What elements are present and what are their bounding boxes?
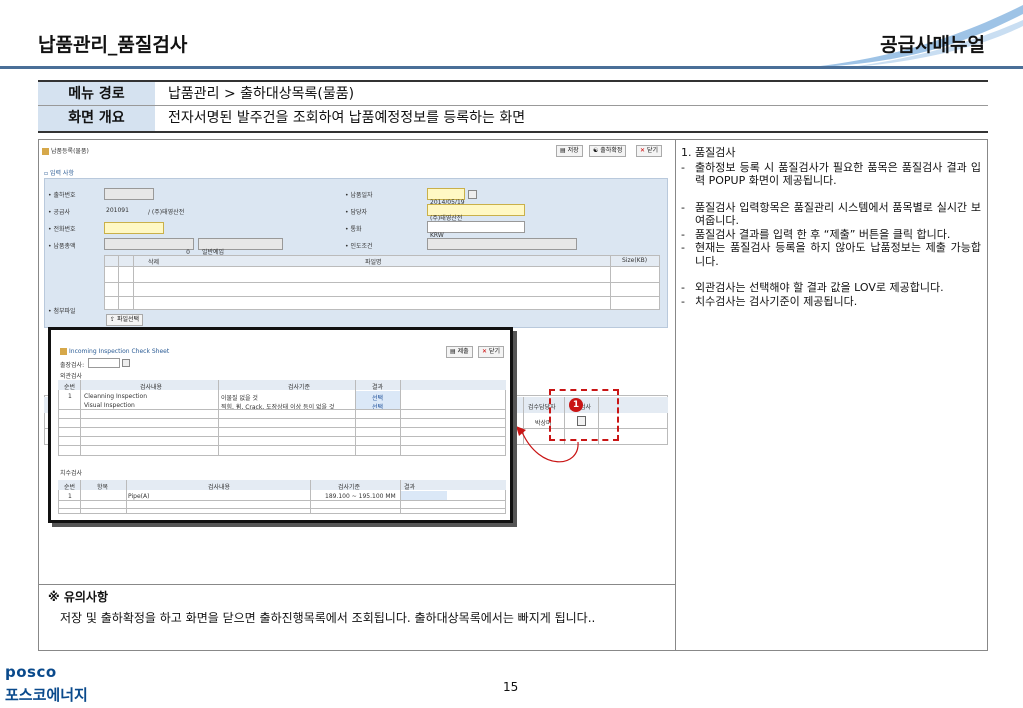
total-label: • 납품총액 (48, 243, 76, 250)
phone-field[interactable] (104, 222, 164, 234)
attach-label: • 첨부파일 (48, 308, 76, 315)
v-col-no: 순번 (64, 384, 76, 391)
calendar-icon[interactable] (468, 190, 477, 199)
total-type-field: 일반예입 (198, 238, 283, 256)
delivery-date-label: • 납품일자 (345, 192, 373, 199)
caution-divider (38, 584, 676, 585)
manager-label: • 담당자 (345, 209, 368, 216)
overview-value: 전자서명된 발주건을 조회하여 납품예정정보를 등록하는 화면 (168, 110, 526, 126)
callout-arrow (516, 426, 579, 463)
delivery-date-field[interactable]: 2014/05/19 (427, 188, 465, 206)
folder-icon (42, 148, 49, 155)
d-col-std: 검사기준 (338, 484, 361, 491)
terms-field[interactable] (427, 238, 577, 250)
posco-energy-logo: 포스코에너지 (5, 686, 88, 704)
v-col-result: 결과 (372, 384, 384, 391)
dimension-result-input[interactable] (401, 491, 447, 500)
total-amount-field: 0 (104, 238, 194, 256)
ship-no-field[interactable] (104, 188, 154, 200)
close-button[interactable]: ✕ 닫기 (636, 145, 662, 157)
popup-ship-label: 출장검사: (60, 362, 85, 369)
calendar-icon[interactable] (122, 359, 130, 367)
page-number: 15 (503, 680, 519, 694)
phone-label: • 전화번호 (48, 226, 76, 233)
d-row1-no: 1 (68, 493, 72, 500)
panel-divider (675, 139, 676, 651)
overview-label: 화면 개요 (38, 106, 155, 131)
note-item: 외관검사는 선택해야 할 결과 값을 LOV로 제공합니다. (681, 281, 981, 295)
caution-title: ※ 유의사항 (48, 590, 109, 604)
confirm-shipment-button[interactable]: ☯ 출하확정 (589, 145, 627, 157)
notes-heading: 1. 품질검사 (681, 146, 736, 159)
posco-logo: posco (5, 663, 57, 681)
popup-submit-button[interactable]: ▤ 제출 (446, 346, 473, 358)
caution-text: 저장 및 출하확정을 하고 화면을 닫으면 출하진행목록에서 조회됩니다. 출하… (60, 611, 596, 625)
popup-section-visual: 외관검사 (60, 373, 83, 380)
manager-field[interactable]: (주)태영산전 (427, 204, 525, 222)
page-title: 납품관리_품질검사 (38, 34, 188, 56)
d-col-item: 항목 (97, 484, 109, 491)
menu-path-label: 메뉴 경로 (38, 82, 155, 105)
currency-field[interactable]: KRW (427, 221, 525, 239)
v-col-std: 검사기준 (288, 384, 311, 391)
d-col-result: 결과 (404, 484, 416, 491)
note-item: 출하정보 등록 시 품질검사가 필요한 품목은 품질검사 결과 입력 POPUP… (681, 161, 981, 188)
supplier-code: 201091 (106, 207, 129, 214)
v-row1-std: 이물질 없을 것 (221, 395, 258, 402)
file-col-size: Size(KB) (622, 257, 648, 264)
close-icon: ✕ (482, 348, 488, 355)
ship-no-label: • 출하번호 (48, 192, 76, 199)
popup-title: Incoming Inspection Check Sheet (60, 348, 169, 355)
file-select-button[interactable]: ⇪ 파일선택 (106, 314, 144, 326)
overview-row: 화면 개요 전자서명된 발주건을 조회하여 납품예정정보를 등록하는 화면 (38, 106, 988, 133)
manual-brand: 공급사매뉴얼 (880, 34, 985, 56)
v-row2-content: Visual Inspection (84, 402, 135, 409)
input-section-title: ▫ 입력 사항 (44, 170, 74, 177)
currency-label: • 통화 (345, 226, 362, 233)
v-row1-no: 1 (68, 393, 72, 400)
header-rule (0, 66, 1023, 69)
note-item: 치수검사는 검사기준이 제공됩니다. (681, 295, 981, 309)
file-col-name: 파일명 (365, 259, 382, 266)
supplier-name: / (주)태영산전 (148, 209, 185, 216)
v-row1-result[interactable]: 선택 (372, 393, 383, 402)
v-row1-content: Cleanning Inspection (84, 393, 148, 400)
folder-icon (60, 348, 67, 355)
v-col-content: 검사내용 (140, 384, 163, 391)
note-item: 품질검사 결과를 입력 한 후 “제출” 버튼을 클릭 합니다. (681, 228, 981, 242)
d-row1-std: 189.100 ~ 195.100 MM (325, 493, 396, 500)
callout-badge: 1 (569, 398, 583, 412)
save-button[interactable]: ▤ 저장 (556, 145, 583, 157)
file-table-header (104, 255, 660, 267)
visual-table-header (58, 380, 506, 390)
note-item: 품질검사 입력항목은 품질관리 시스템에서 품목별로 실시간 보여줍니다. (681, 201, 981, 228)
notes-panel: 1. 품질검사 출하정보 등록 시 품질검사가 필요한 품목은 품질검사 결과 … (681, 146, 981, 308)
d-row1-content: Pipe(A) (128, 493, 150, 500)
d-col-content: 검사내용 (208, 484, 231, 491)
file-col-delete: 삭제 (148, 259, 160, 266)
popup-close-button[interactable]: ✕ 닫기 (478, 346, 504, 358)
menu-path-row: 메뉴 경로 납품관리 > 출하대상목록(물품) (38, 80, 988, 106)
note-item: 현재는 품질검사 등록을 하지 않아도 납품정보는 제출 가능합니다. (681, 241, 981, 268)
close-icon: ✕ (640, 147, 646, 154)
terms-label: • 인도조건 (345, 243, 373, 250)
screen-tab-title: 납품등록(물품) (42, 146, 89, 155)
popup-ship-field[interactable] (88, 358, 120, 368)
d-col-no: 순번 (64, 484, 76, 491)
menu-path-value: 납품관리 > 출하대상목록(물품) (168, 86, 355, 102)
popup-section-dimension: 치수검사 (60, 470, 83, 477)
supplier-label: • 공급사 (48, 209, 71, 216)
